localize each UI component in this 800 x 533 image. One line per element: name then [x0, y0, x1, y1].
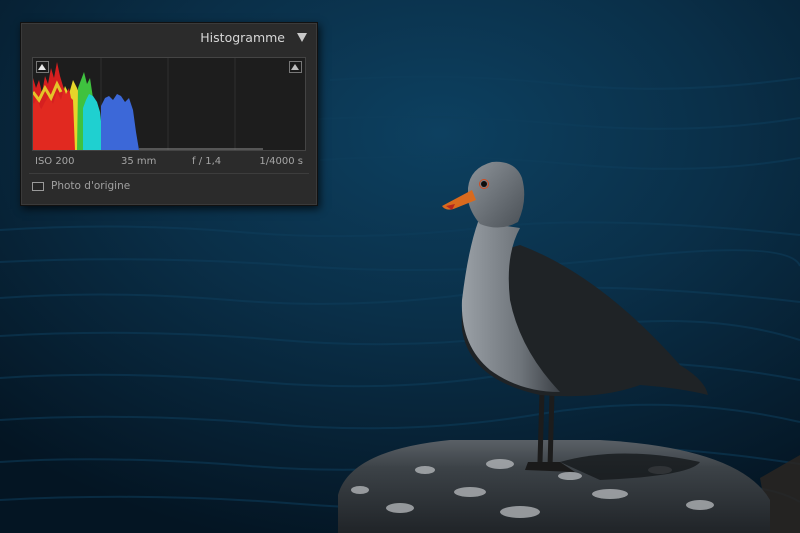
exif-shutter-speed: 1/4000 s: [259, 156, 303, 167]
exif-info: ISO 200 35 mm f / 1,4 1/4000 s: [35, 156, 303, 170]
histogram-red-channel: [33, 62, 75, 150]
exif-focal-length: 35 mm: [121, 156, 157, 167]
exif-iso: ISO 200: [35, 156, 75, 167]
highlight-clipping-button[interactable]: [289, 61, 302, 73]
histogram-graph[interactable]: [32, 57, 306, 151]
exif-aperture: f / 1,4: [192, 156, 222, 167]
collapse-triangle-icon[interactable]: [297, 33, 307, 42]
checkbox-icon[interactable]: [32, 182, 44, 191]
triangle-up-icon: [38, 64, 46, 70]
shadow-clipping-button[interactable]: [36, 61, 49, 73]
histogram-cyan-channel: [83, 94, 103, 150]
histogram-chart: [33, 58, 263, 150]
panel-header[interactable]: Histogramme: [21, 23, 317, 51]
divider: [29, 173, 309, 174]
triangle-up-icon: [291, 64, 299, 70]
histogram-panel: Histogramme ISO 200 35 mm f / 1,4 1/4000…: [20, 22, 318, 206]
histogram-blue-channel: [101, 94, 139, 150]
panel-title: Histogramme: [200, 30, 285, 45]
original-photo-label: Photo d'origine: [51, 180, 131, 192]
